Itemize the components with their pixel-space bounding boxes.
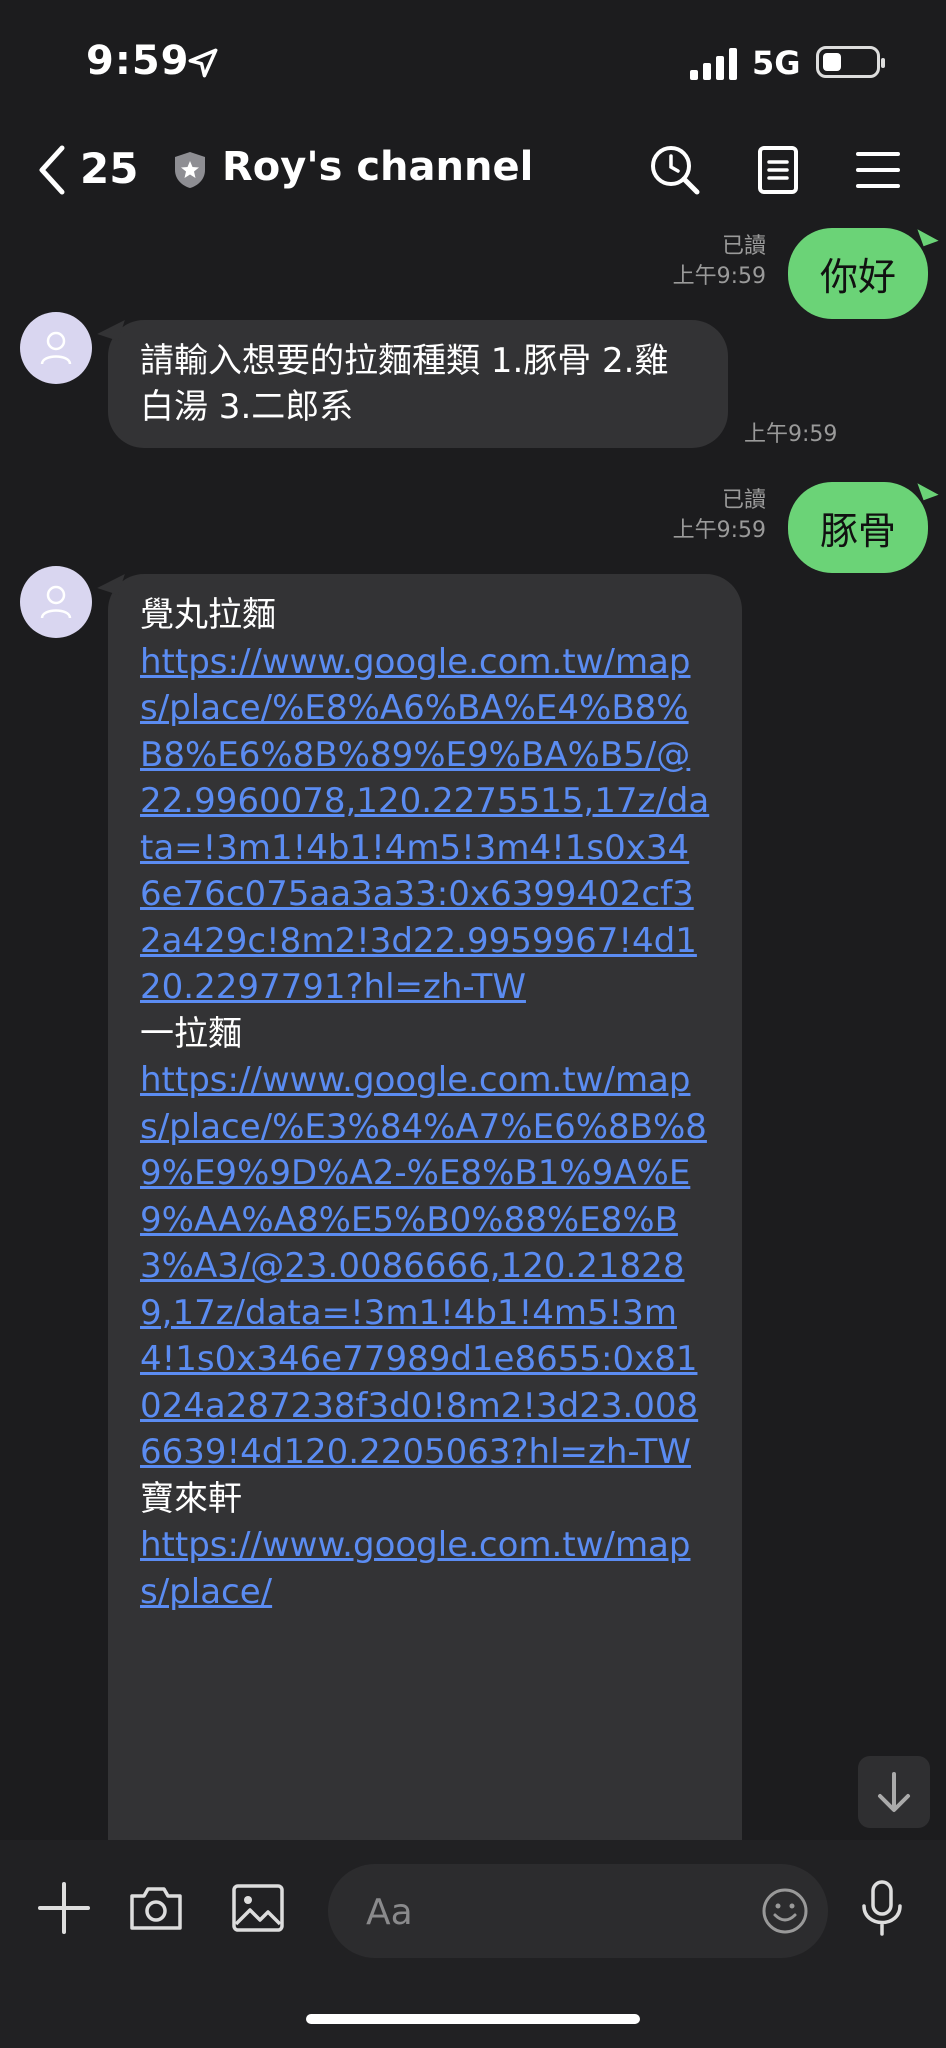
map-link[interactable]: https://www.google.com.tw/maps/place/%E8…: [140, 639, 710, 1011]
message-time: 上午9:59: [672, 264, 766, 289]
arrow-down-icon: [878, 1772, 910, 1812]
message-text: 你好: [787, 228, 928, 319]
restaurant-name: 寶來軒: [140, 1478, 242, 1519]
message-input[interactable]: [364, 1888, 728, 1936]
outgoing-message[interactable]: 豚骨: [787, 482, 928, 573]
network-type: 5G: [752, 44, 801, 82]
chevron-left-icon[interactable]: [34, 144, 70, 196]
message-meta: 已讀 上午9:59: [673, 232, 766, 292]
emoji-icon[interactable]: [760, 1886, 810, 1936]
home-indicator[interactable]: [306, 2014, 640, 2024]
camera-icon[interactable]: [126, 1878, 186, 1938]
chat-area[interactable]: 已讀 上午9:59 你好 請輸入想要的拉麵種類 1.豚骨 2.雞白湯 3.二郎系…: [0, 220, 946, 1840]
back-unread-count[interactable]: 25: [80, 144, 138, 193]
search-clock-icon[interactable]: [645, 140, 705, 200]
image-icon[interactable]: [228, 1878, 288, 1938]
cellular-signal-icon: [690, 48, 737, 80]
status-bar: 9:59 5G: [0, 0, 946, 120]
location-arrow-icon: [188, 48, 218, 78]
plus-icon[interactable]: [34, 1878, 94, 1938]
message-time: 上午9:59: [672, 518, 766, 543]
read-receipt: 已讀: [721, 234, 766, 259]
shield-icon: [175, 152, 205, 188]
incoming-message[interactable]: 請輸入想要的拉麵種類 1.豚骨 2.雞白湯 3.二郎系: [108, 320, 728, 448]
map-link[interactable]: https://www.google.com.tw/maps/place/%E3…: [140, 1057, 710, 1476]
message-time: 上午9:59: [744, 422, 838, 447]
user-icon: [40, 585, 72, 619]
avatar[interactable]: [20, 312, 92, 384]
menu-icon[interactable]: [848, 140, 908, 200]
outgoing-message[interactable]: 你好: [787, 228, 928, 319]
restaurant-name: 覺丸拉麵: [140, 595, 276, 635]
user-icon: [40, 331, 72, 365]
battery-icon: [816, 46, 885, 78]
read-receipt: 已讀: [721, 488, 766, 513]
incoming-message[interactable]: 覺丸拉麵 https://www.google.com.tw/maps/plac…: [108, 574, 742, 1840]
channel-name[interactable]: Roy's channel: [222, 144, 533, 190]
chat-header: 25 Roy's channel: [0, 120, 946, 220]
message-meta: 已讀 上午9:59: [673, 486, 766, 546]
map-link[interactable]: https://www.google.com.tw/maps/place/: [140, 1522, 710, 1615]
microphone-icon[interactable]: [852, 1878, 912, 1938]
message-field[interactable]: [328, 1864, 828, 1958]
restaurant-name: 一拉麵: [140, 1013, 242, 1054]
scroll-to-bottom-button[interactable]: [858, 1756, 930, 1828]
message-text: 豚骨: [787, 482, 928, 573]
status-time: 9:59: [86, 38, 190, 84]
message-text: 請輸入想要的拉麵種類 1.豚骨 2.雞白湯 3.二郎系: [140, 341, 669, 427]
avatar[interactable]: [20, 566, 92, 638]
notes-icon[interactable]: [748, 140, 808, 200]
message-input-bar: [0, 1840, 946, 2048]
